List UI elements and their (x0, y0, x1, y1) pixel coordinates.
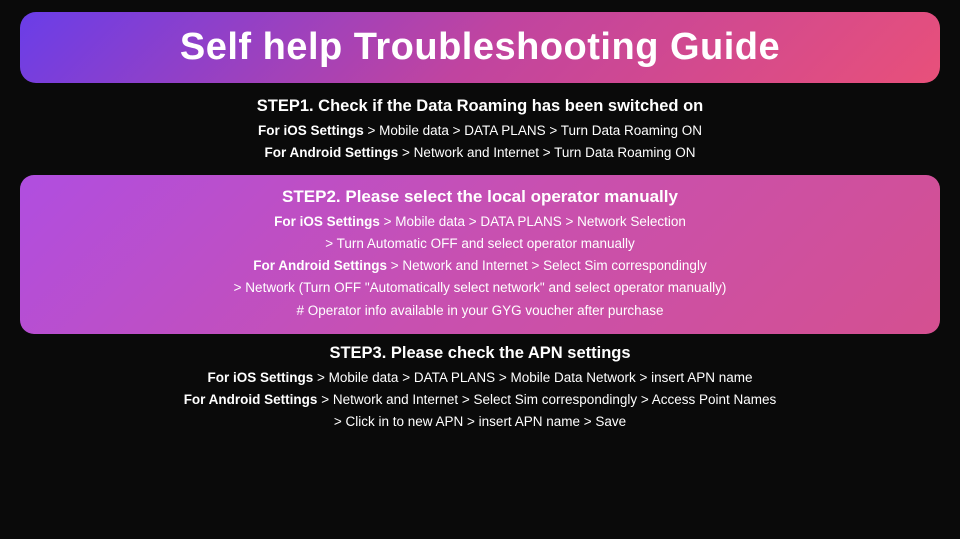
step1-section: STEP1. Check if the Data Roaming has bee… (20, 97, 940, 165)
step2-line-4: # Operator info available in your GYG vo… (40, 300, 920, 322)
step2-line-0: For iOS Settings > Mobile data > DATA PL… (40, 211, 920, 233)
step2-section: STEP2. Please select the local operator … (20, 175, 940, 334)
title-banner: Self help Troubleshooting Guide (20, 12, 940, 83)
step3-line-0: For iOS Settings > Mobile data > DATA PL… (20, 367, 940, 389)
step2-line-3: > Network (Turn OFF "Automatically selec… (40, 277, 920, 299)
page-title: Self help Troubleshooting Guide (180, 26, 780, 68)
step2-heading: STEP2. Please select the local operator … (40, 187, 920, 207)
step1-heading: STEP1. Check if the Data Roaming has bee… (20, 97, 940, 116)
step1-line-1: For Android Settings > Network and Inter… (20, 142, 940, 164)
step3-heading: STEP3. Please check the APN settings (20, 344, 940, 363)
step3-line-1: For Android Settings > Network and Inter… (20, 389, 940, 411)
step2-line-1: > Turn Automatic OFF and select operator… (40, 233, 920, 255)
step3-line-2: > Click in to new APN > insert APN name … (20, 411, 940, 433)
step1-line-0: For iOS Settings > Mobile data > DATA PL… (20, 120, 940, 142)
step2-line-2: For Android Settings > Network and Inter… (40, 255, 920, 277)
step3-section: STEP3. Please check the APN settings For … (20, 344, 940, 434)
